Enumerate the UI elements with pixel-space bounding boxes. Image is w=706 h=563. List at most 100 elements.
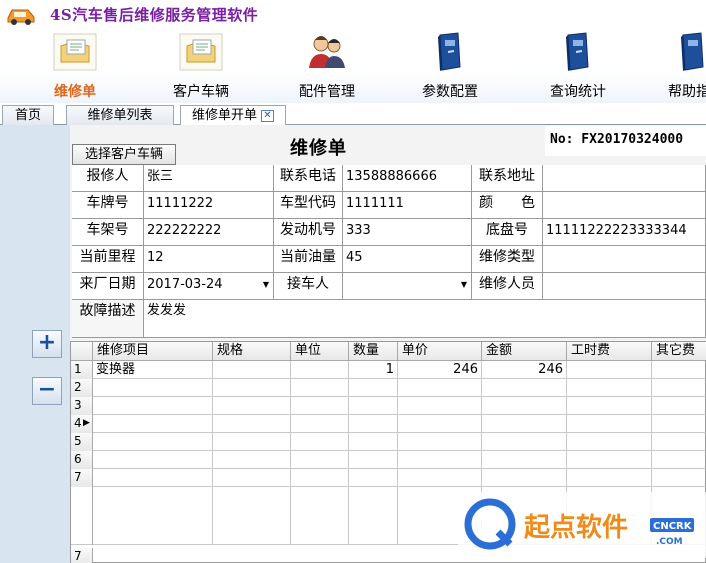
chevron-down-icon[interactable]: ▼ <box>263 273 269 296</box>
cell-unit[interactable] <box>291 361 349 379</box>
cell-price[interactable] <box>398 469 482 487</box>
cell-qty[interactable] <box>349 397 398 415</box>
cell-amount[interactable] <box>482 415 567 433</box>
cell-other[interactable] <box>652 469 706 487</box>
cell-spec[interactable] <box>213 451 291 469</box>
table-row[interactable]: 6 <box>71 451 706 469</box>
cell-qty[interactable] <box>349 415 398 433</box>
column-header-labor[interactable]: 工时费 <box>567 342 652 361</box>
fuel-input[interactable]: 45 <box>343 246 472 273</box>
cell-price[interactable] <box>398 397 482 415</box>
cell-unit[interactable] <box>291 379 349 397</box>
cell-qty[interactable]: 1 <box>349 361 398 379</box>
vin-input[interactable]: 222222222 <box>144 219 274 246</box>
engine-input[interactable]: 333 <box>343 219 472 246</box>
select-customer-vehicle-button[interactable]: 选择客户车辆 <box>72 144 176 165</box>
table-row[interactable]: 3 <box>71 397 706 415</box>
cell-unit[interactable] <box>291 469 349 487</box>
repair-type-input[interactable] <box>543 246 706 273</box>
column-header-amount[interactable]: 金额 <box>482 342 567 361</box>
column-header-unit[interactable]: 单位 <box>291 342 349 361</box>
remove-row-button[interactable]: − <box>32 377 62 405</box>
table-row[interactable]: 7 <box>71 469 706 487</box>
cell-item[interactable] <box>93 433 213 451</box>
add-row-button[interactable]: + <box>32 330 62 358</box>
cell-spec[interactable] <box>213 361 291 379</box>
cell-item[interactable] <box>93 379 213 397</box>
mileage-input[interactable]: 12 <box>144 246 274 273</box>
cell-price[interactable] <box>398 415 482 433</box>
cell-labor[interactable] <box>567 469 652 487</box>
cell-unit[interactable] <box>291 433 349 451</box>
column-header-other[interactable]: 其它费 <box>652 342 706 361</box>
cell-amount[interactable]: 246 <box>482 361 567 379</box>
close-icon[interactable]: ✕ <box>261 110 274 122</box>
nav-repair-order[interactable]: 维修单 <box>20 30 130 102</box>
cell-spec[interactable] <box>213 469 291 487</box>
cell-unit[interactable] <box>291 451 349 469</box>
nav-query-stats[interactable]: 查询统计 <box>523 30 633 102</box>
cell-other[interactable] <box>652 451 706 469</box>
address-input[interactable] <box>543 165 706 192</box>
cell-qty[interactable] <box>349 469 398 487</box>
cell-unit[interactable] <box>291 397 349 415</box>
cell-qty[interactable] <box>349 433 398 451</box>
cell-unit[interactable] <box>291 415 349 433</box>
cell-other[interactable] <box>652 379 706 397</box>
cell-labor[interactable] <box>567 379 652 397</box>
cell-item[interactable] <box>93 415 213 433</box>
cell-amount[interactable] <box>482 469 567 487</box>
cell-spec[interactable] <box>213 379 291 397</box>
cell-qty[interactable] <box>349 451 398 469</box>
cell-other[interactable] <box>652 397 706 415</box>
cell-price[interactable] <box>398 379 482 397</box>
cell-labor[interactable] <box>567 451 652 469</box>
cell-qty[interactable] <box>349 379 398 397</box>
tab-order-create[interactable]: 维修单开单 ✕ <box>180 105 286 126</box>
staff-input[interactable] <box>543 273 706 300</box>
chevron-down-icon[interactable]: ▼ <box>461 273 467 296</box>
cell-item[interactable] <box>93 397 213 415</box>
column-header-qty[interactable]: 数量 <box>349 342 398 361</box>
table-row[interactable]: 5 <box>71 433 706 451</box>
column-header-item[interactable]: 维修项目 <box>93 342 213 361</box>
cell-amount[interactable] <box>482 433 567 451</box>
cell-other[interactable] <box>652 433 706 451</box>
cell-labor[interactable] <box>567 397 652 415</box>
chassis-input[interactable]: 11111222223333344 <box>543 219 706 246</box>
fault-textarea[interactable]: 发发发 <box>144 300 706 338</box>
cell-price[interactable] <box>398 433 482 451</box>
cell-amount[interactable] <box>482 397 567 415</box>
cell-price[interactable]: 246 <box>398 361 482 379</box>
table-row[interactable]: 4 ▶ <box>71 415 706 433</box>
cell-spec[interactable] <box>213 415 291 433</box>
cell-labor[interactable] <box>567 433 652 451</box>
phone-input[interactable]: 13588886666 <box>343 165 472 192</box>
tab-order-list[interactable]: 维修单列表 <box>66 105 174 125</box>
cell-item[interactable] <box>93 469 213 487</box>
date-picker[interactable]: 2017-03-24 ▼ <box>144 273 274 300</box>
column-header-spec[interactable]: 规格 <box>213 342 291 361</box>
cell-amount[interactable] <box>482 451 567 469</box>
cell-item[interactable] <box>93 451 213 469</box>
nav-help[interactable]: 帮助指 <box>651 30 706 102</box>
cell-labor[interactable] <box>567 361 652 379</box>
column-header-price[interactable]: 单价 <box>398 342 482 361</box>
nav-settings[interactable]: 参数配置 <box>395 30 505 102</box>
cell-other[interactable] <box>652 415 706 433</box>
cell-price[interactable] <box>398 451 482 469</box>
nav-parts[interactable]: 配件管理 <box>272 30 382 102</box>
table-row[interactable]: 2 <box>71 379 706 397</box>
cell-spec[interactable] <box>213 433 291 451</box>
table-row[interactable]: 1 变换器 1 246 246 <box>71 361 706 379</box>
cell-item[interactable]: 变换器 <box>93 361 213 379</box>
cell-amount[interactable] <box>482 379 567 397</box>
cell-spec[interactable] <box>213 397 291 415</box>
color-input[interactable] <box>543 192 706 219</box>
cell-labor[interactable] <box>567 415 652 433</box>
nav-customer-vehicle[interactable]: 客户车辆 <box>146 30 256 102</box>
tab-home[interactable]: 首页 <box>2 105 54 125</box>
model-input[interactable]: 1111111 <box>343 192 472 219</box>
cell-other[interactable] <box>652 361 706 379</box>
receiver-select[interactable]: ▼ <box>343 273 472 300</box>
